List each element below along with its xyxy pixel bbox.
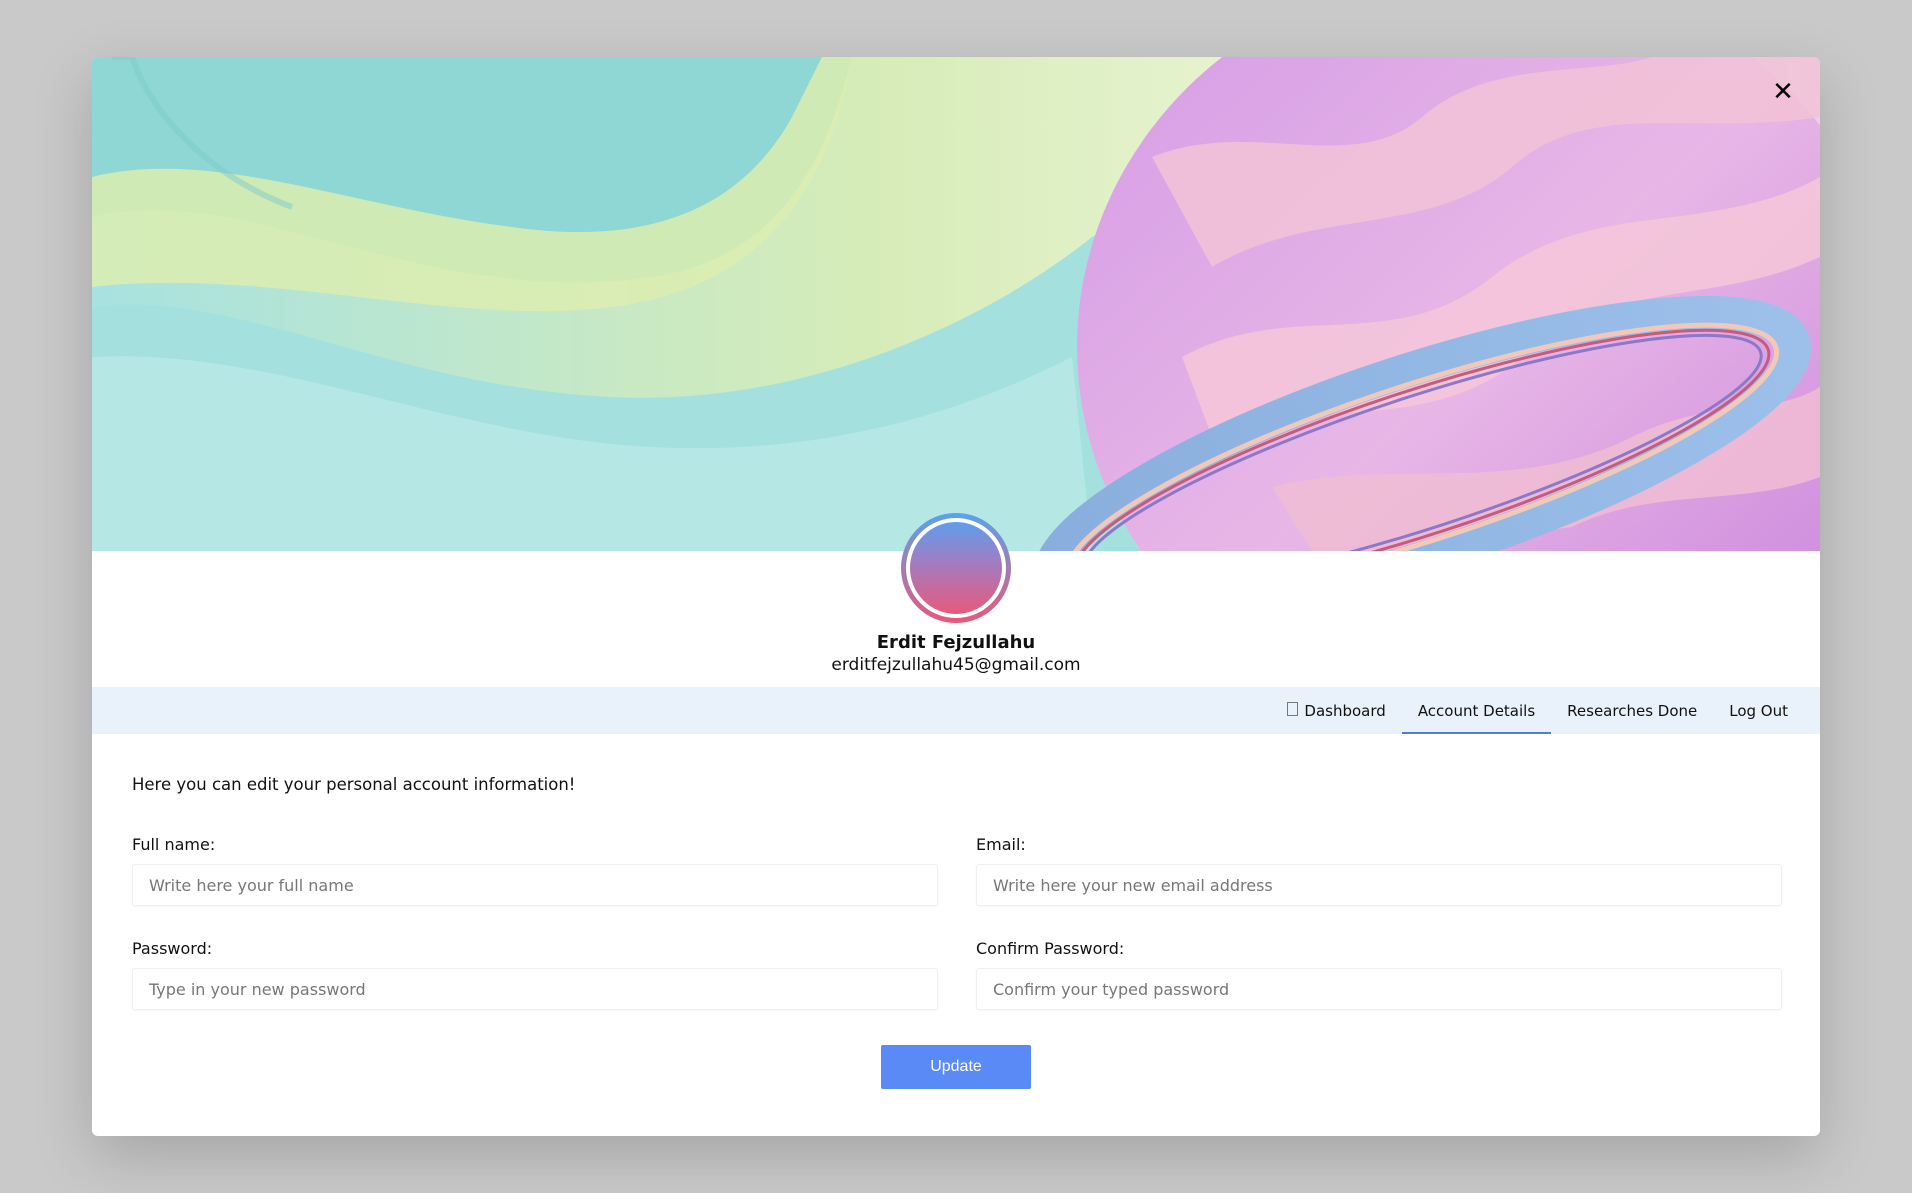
profile-name: Erdit Fejzullahu <box>876 632 1036 653</box>
broken-image-icon <box>1287 701 1299 716</box>
password-placeholder: Type in your new password <box>149 979 366 999</box>
confirm-password-field: Confirm Password: Confirm your typed pas… <box>976 939 1782 1010</box>
form-intro-text: Here you can edit your personal account … <box>132 775 576 794</box>
tab-account-details[interactable]: Account Details <box>1401 687 1552 734</box>
cover-banner-image: ✕ <box>92 57 1820 551</box>
email-label: Email: <box>976 835 1026 854</box>
full-name-field: Full name: Write here your full name <box>132 835 938 906</box>
tab-account-details-label: Account Details <box>1417 701 1536 720</box>
profile-email: erditfejzullahu45@gmail.com <box>831 655 1081 675</box>
full-name-placeholder: Write here your full name <box>149 875 354 895</box>
tab-dashboard-label: Dashboard <box>1304 701 1386 720</box>
confirm-password-placeholder: Confirm your typed password <box>993 979 1230 999</box>
profile-navbar: Dashboard Account Details Researches Don… <box>92 687 1820 734</box>
email-input[interactable]: Write here your new email address <box>976 864 1782 906</box>
password-input[interactable]: Type in your new password <box>132 968 938 1010</box>
update-button[interactable]: Update <box>881 1045 1031 1089</box>
tab-researches-done-label: Researches Done <box>1567 701 1698 720</box>
tab-researches-done[interactable]: Researches Done <box>1551 687 1713 734</box>
password-label: Password: <box>132 939 213 958</box>
confirm-password-label: Confirm Password: <box>976 939 1125 958</box>
tab-log-out[interactable]: Log Out <box>1713 687 1804 734</box>
full-name-input[interactable]: Write here your full name <box>132 864 938 906</box>
close-icon[interactable]: ✕ <box>1768 77 1798 107</box>
confirm-password-input[interactable]: Confirm your typed password <box>976 968 1782 1010</box>
tab-dashboard[interactable]: Dashboard <box>1271 687 1401 734</box>
email-field: Email: Write here your new email address <box>976 835 1782 906</box>
account-modal: ✕ Erdit Fejzullahu erditfejzullahu45@gma… <box>92 57 1820 1136</box>
nav-menu: Dashboard Account Details Researches Don… <box>1271 687 1804 734</box>
avatar-image <box>906 518 1006 618</box>
full-name-label: Full name: <box>132 835 216 854</box>
email-placeholder: Write here your new email address <box>993 875 1273 895</box>
tab-log-out-label: Log Out <box>1729 701 1788 720</box>
avatar <box>901 513 1011 623</box>
password-field: Password: Type in your new password <box>132 939 938 1010</box>
